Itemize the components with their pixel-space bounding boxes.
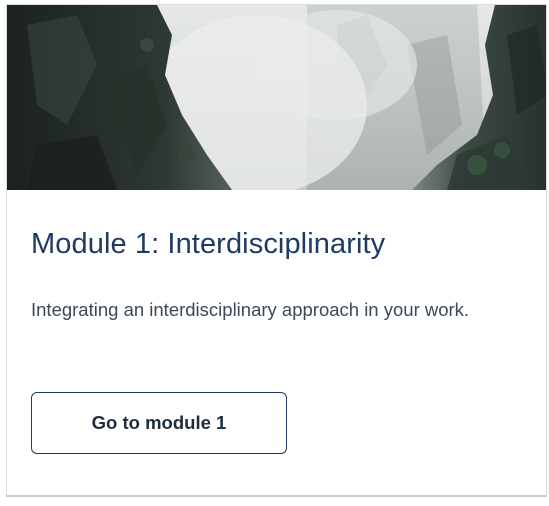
module-description: Integrating an interdisciplinary approac… xyxy=(31,299,470,320)
module-cover-image xyxy=(7,5,546,190)
module-title: Module 1: Interdisciplinarity xyxy=(31,228,386,260)
go-to-module-button[interactable]: Go to module 1 xyxy=(31,392,287,454)
module-card: Module 1: Interdisciplinarity Integratin… xyxy=(6,4,547,497)
